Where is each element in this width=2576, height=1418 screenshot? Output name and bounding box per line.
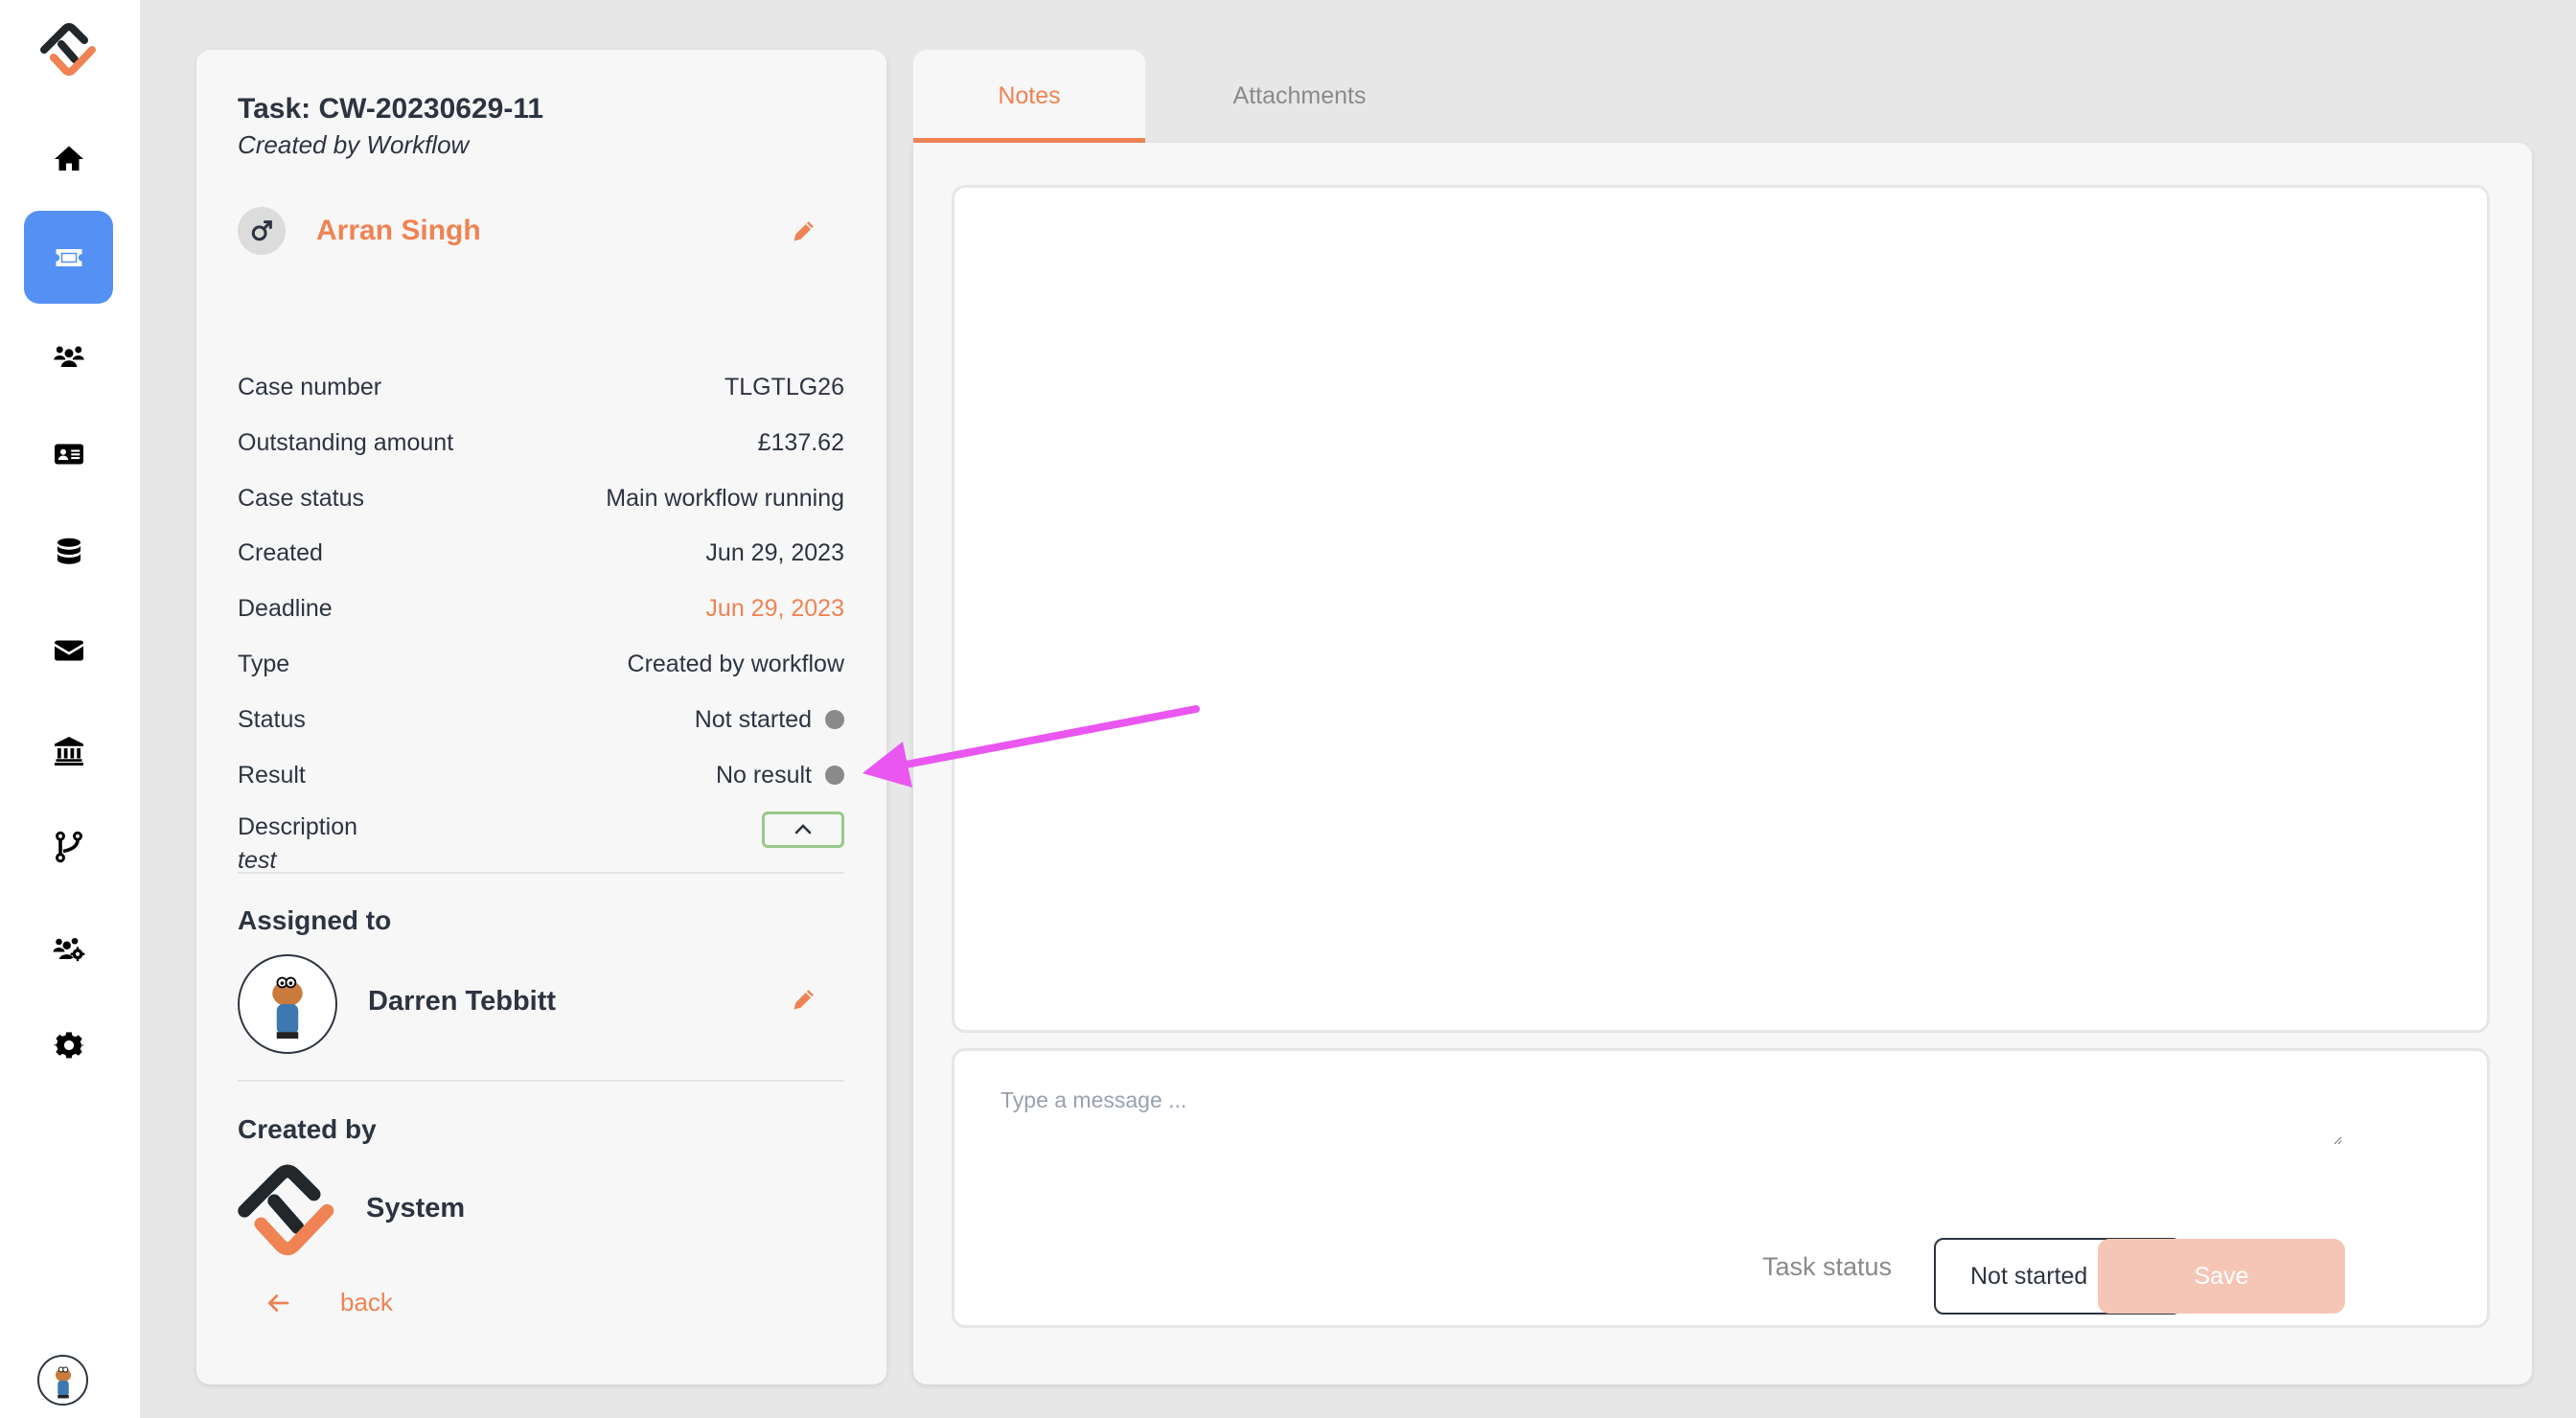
sidebar-item-contacts[interactable] — [24, 407, 113, 500]
detail-value: Created by workflow — [627, 650, 844, 677]
divider — [238, 872, 844, 874]
branch-icon — [55, 831, 82, 862]
creator-name: System — [366, 1193, 466, 1224]
gear-icon — [53, 1031, 84, 1058]
status-dot-icon — [825, 710, 844, 730]
result-text: No result — [715, 761, 812, 789]
collapse-description-button[interactable] — [762, 812, 844, 848]
detail-row-case-number: Case number TLGTLG26 — [238, 374, 844, 429]
detail-row-status: Status Not started — [238, 706, 844, 762]
customer-row: Arran Singh — [238, 207, 856, 257]
detail-value-deadline: Jun 29, 2023 — [705, 595, 844, 623]
result-dot-icon — [825, 766, 844, 786]
sidebar-item-settings[interactable] — [24, 998, 113, 1091]
cartoon-avatar-icon — [55, 1366, 71, 1398]
divider — [238, 1080, 844, 1082]
detail-label: Case status — [238, 484, 365, 512]
cartoon-avatar-icon — [272, 976, 303, 1039]
sidebar-item-messages[interactable] — [24, 604, 113, 697]
detail-value: £137.62 — [757, 428, 844, 456]
detail-label: Status — [238, 705, 306, 733]
edit-assignee-button[interactable] — [788, 983, 820, 1016]
ticket-icon — [56, 248, 81, 266]
assignee-avatar — [238, 954, 337, 1054]
description-block: Description test — [238, 812, 844, 890]
sidebar-item-teams[interactable] — [24, 901, 113, 994]
users-gear-icon — [53, 937, 84, 961]
user-avatar[interactable] — [37, 1355, 88, 1406]
assigned-user-row: Darren Tebbitt — [238, 954, 856, 1054]
pencil-icon — [794, 990, 814, 1010]
assigned-to-heading: Assigned to — [238, 905, 392, 935]
system-logo-icon — [238, 1161, 337, 1261]
notes-list — [952, 185, 2490, 1033]
description-text: test — [238, 847, 277, 874]
sidebar — [0, 0, 140, 1418]
detail-row-result: Result No result — [238, 762, 844, 817]
message-composer: Task status Not started Save — [952, 1048, 2490, 1328]
task-details-list: Case number TLGTLG26 Outstanding amount … — [238, 374, 844, 816]
task-title: Task: CW-20230629-11 — [238, 93, 544, 125]
creator-row: System — [238, 1161, 856, 1261]
detail-label: Type — [238, 650, 290, 677]
detail-row-type: Type Created by workflow — [238, 651, 844, 706]
back-link[interactable]: back — [264, 1288, 393, 1317]
task-status-value: Not started — [1970, 1262, 2088, 1290]
arrow-left-icon — [267, 1293, 289, 1312]
detail-label: Case number — [238, 374, 382, 400]
bank-icon — [54, 736, 83, 766]
mail-icon — [54, 640, 83, 660]
detail-value: Main workflow running — [606, 484, 844, 512]
customer-name-link[interactable]: Arran Singh — [316, 215, 481, 247]
task-details-card: Task: CW-20230629-11 Created by Workflow… — [196, 50, 886, 1384]
detail-label: Created — [238, 539, 323, 567]
detail-value-result: No result — [716, 762, 844, 789]
male-icon — [238, 207, 286, 255]
detail-row-outstanding-amount: Outstanding amount £137.62 — [238, 429, 844, 485]
status-text: Not started — [694, 705, 812, 733]
sidebar-item-data[interactable] — [24, 505, 113, 598]
users-icon — [53, 346, 84, 367]
back-label: back — [340, 1288, 393, 1316]
chevron-up-icon — [794, 824, 812, 835]
sidebar-item-workflows[interactable] — [24, 800, 113, 893]
detail-row-deadline: Deadline Jun 29, 2023 — [238, 595, 844, 651]
sidebar-item-bank[interactable] — [24, 704, 113, 797]
message-input[interactable] — [1000, 1087, 2342, 1145]
task-status-label: Task status — [1762, 1252, 1893, 1281]
tab-notes[interactable]: Notes — [913, 50, 1145, 143]
notes-panel: Task status Not started Save — [913, 143, 2532, 1384]
sidebar-item-home[interactable] — [24, 112, 113, 205]
edit-customer-button[interactable] — [788, 215, 820, 247]
detail-row-created: Created Jun 29, 2023 — [238, 539, 844, 595]
sidebar-item-customers[interactable] — [24, 309, 113, 401]
created-by-heading: Created by — [238, 1114, 377, 1144]
detail-label: Outstanding amount — [238, 428, 454, 456]
detail-value-status: Not started — [695, 706, 844, 734]
task-subtitle: Created by Workflow — [238, 130, 470, 159]
home-icon — [54, 146, 83, 171]
id-card-icon — [54, 444, 83, 464]
tab-attachments[interactable]: Attachments — [1184, 50, 1415, 143]
save-button[interactable]: Save — [2098, 1239, 2345, 1314]
description-label: Description — [238, 813, 358, 840]
company-logo[interactable] — [40, 21, 98, 77]
detail-row-case-status: Case status Main workflow running — [238, 485, 844, 540]
detail-label: Deadline — [238, 595, 333, 623]
detail-value: TLGTLG26 — [724, 374, 844, 400]
database-icon — [57, 537, 80, 564]
detail-label: Result — [238, 761, 306, 789]
assignee-name: Darren Tebbitt — [368, 986, 557, 1017]
pencil-icon — [794, 221, 814, 241]
sidebar-item-tasks[interactable] — [24, 211, 113, 304]
detail-value: Jun 29, 2023 — [705, 539, 844, 567]
